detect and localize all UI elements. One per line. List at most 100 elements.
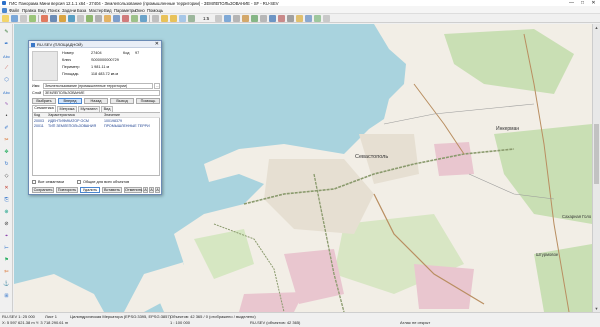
save-icon[interactable] xyxy=(11,15,18,22)
zoom-in-icon[interactable] xyxy=(161,15,168,22)
name-browse-icon[interactable]: … xyxy=(154,83,160,89)
menu-wizard[interactable]: Мастер xyxy=(89,8,104,13)
menu-window[interactable]: Окно xyxy=(135,8,145,13)
open-folder-icon[interactable] xyxy=(2,15,9,22)
pencil-icon[interactable]: ✎ xyxy=(2,28,11,37)
back-button[interactable]: Назад xyxy=(84,98,108,104)
flag-icon[interactable] xyxy=(278,15,285,22)
scrollbar-thumb[interactable] xyxy=(594,124,599,184)
tree-icon[interactable] xyxy=(314,15,321,22)
menu-parameters[interactable]: Параметры xyxy=(114,8,136,13)
snap-tool-icon[interactable]: ⌖ xyxy=(2,232,11,241)
move-tool-icon[interactable]: ✥ xyxy=(2,148,11,157)
settings-icon[interactable] xyxy=(233,15,240,22)
delete-button[interactable]: Удалить xyxy=(80,187,100,193)
bookmark-icon[interactable] xyxy=(296,15,303,22)
print-icon[interactable] xyxy=(20,15,27,22)
exit-button[interactable]: Выход xyxy=(110,98,134,104)
layer-field[interactable]: ЗЕМЛЕПОЛЬЗОВАНИЕ xyxy=(43,90,160,96)
filter-icon[interactable] xyxy=(260,15,267,22)
export-icon[interactable] xyxy=(269,15,276,22)
cut-tool-icon[interactable]: ✂ xyxy=(2,136,11,145)
table-row-2-code[interactable]: 20011 xyxy=(33,124,44,129)
name-field[interactable]: Землепользование (промышленные территори… xyxy=(43,83,153,89)
polygon-tool-icon[interactable]: ⬡ xyxy=(2,76,11,85)
anchor-tool-icon[interactable]: ⚓ xyxy=(2,280,11,289)
legend-icon[interactable] xyxy=(86,15,93,22)
column-header-code[interactable]: Код xyxy=(33,113,47,118)
menu-edit[interactable]: Правка xyxy=(22,8,36,13)
font-large-button[interactable]: A xyxy=(155,187,160,193)
zoom-all-icon[interactable] xyxy=(179,15,186,22)
line-tool-icon[interactable]: ⟋ xyxy=(2,64,11,73)
menu-view[interactable]: Вид xyxy=(38,8,46,13)
window-icon[interactable] xyxy=(224,15,231,22)
route-icon[interactable] xyxy=(251,15,258,22)
menu-help[interactable]: Помощь xyxy=(147,8,163,13)
delete-tool-icon[interactable]: ✕ xyxy=(2,184,11,193)
info-icon[interactable] xyxy=(68,15,75,22)
binoculars-icon[interactable] xyxy=(287,15,294,22)
measure-icon[interactable] xyxy=(104,15,111,22)
copy-tool-icon[interactable]: ⎘ xyxy=(2,196,11,205)
point-tool-icon[interactable]: • xyxy=(2,112,11,121)
vertex-tool-icon[interactable]: ◇ xyxy=(2,172,11,181)
table-row-2-value[interactable]: ПРОМЫШЛЕННЫЕ ТЕРРИ xyxy=(103,124,150,129)
all-semantics-checkbox[interactable] xyxy=(32,180,36,184)
merge-tool-icon[interactable]: ⊕ xyxy=(2,208,11,217)
search-map-icon[interactable] xyxy=(131,15,138,22)
hand-icon[interactable] xyxy=(188,15,195,22)
table-icon[interactable] xyxy=(95,15,102,22)
font-small-button[interactable]: A xyxy=(143,187,148,193)
print-preview-icon[interactable] xyxy=(113,15,120,22)
flag-tool-icon[interactable]: ⚑ xyxy=(2,256,11,265)
tab-semantics[interactable]: Семантика xyxy=(32,105,56,112)
refresh-icon[interactable] xyxy=(215,15,222,22)
layers-icon[interactable] xyxy=(29,15,36,22)
rotate-tool-icon[interactable]: ↻ xyxy=(2,160,11,169)
cancel-button[interactable]: Отменить xyxy=(124,187,142,193)
undo-icon[interactable] xyxy=(41,15,48,22)
scroll-down-icon[interactable]: ▼ xyxy=(593,305,600,312)
measure-tool-icon[interactable]: ⊢ xyxy=(2,244,11,253)
dialog-close-icon[interactable]: ✕ xyxy=(155,41,159,47)
menu-view2[interactable]: Вид xyxy=(104,8,112,13)
map-vertical-scrollbar[interactable]: ▲ ▼ xyxy=(592,24,600,312)
redo-icon[interactable] xyxy=(50,15,57,22)
menu-database[interactable]: База xyxy=(77,8,86,13)
zoom-out-icon[interactable] xyxy=(170,15,177,22)
repeat-button[interactable]: Повторить xyxy=(56,187,78,193)
edit-tool-icon[interactable]: ✐ xyxy=(2,124,11,133)
font-medium-button[interactable]: A xyxy=(149,187,154,193)
camera-icon[interactable] xyxy=(305,15,312,22)
select-button[interactable]: Выбрать xyxy=(32,98,56,104)
label-tool-icon[interactable]: Abc xyxy=(2,88,11,97)
column-header-value[interactable]: Значение xyxy=(103,113,160,118)
curve-tool-icon[interactable]: ∿ xyxy=(2,100,11,109)
move-icon[interactable] xyxy=(152,15,159,22)
insert-button[interactable]: Вставить xyxy=(102,187,122,193)
split-tool-icon[interactable]: ⊘ xyxy=(2,220,11,229)
help-button[interactable]: Помощь xyxy=(136,98,160,104)
scissors-tool-icon[interactable]: ✄ xyxy=(2,268,11,277)
table-row-2-characteristic[interactable]: ТИП ЗЕМЛЕПОЛЬЗОВАНИЯ xyxy=(47,124,96,129)
menu-app-icon[interactable] xyxy=(2,7,7,13)
menu-search[interactable]: Поиск xyxy=(48,8,60,13)
menu-tasks[interactable]: Задачи xyxy=(62,8,76,13)
color-icon[interactable] xyxy=(122,15,129,22)
forward-button[interactable]: Вперед xyxy=(58,98,82,104)
column-header-characteristic[interactable]: Характеристика xyxy=(47,113,103,118)
scale-label[interactable]: 1:5 xyxy=(203,16,212,22)
menu-file[interactable]: Файл xyxy=(9,8,19,13)
ruler-icon[interactable] xyxy=(242,15,249,22)
text-tool-icon[interactable]: Abc xyxy=(2,52,11,61)
save-button[interactable]: Сохранить xyxy=(32,187,54,193)
pen-icon[interactable]: ✒ xyxy=(2,40,11,49)
common-objects-checkbox[interactable] xyxy=(77,180,81,184)
sign-tool-icon[interactable]: ⊞ xyxy=(2,292,11,301)
select-icon[interactable] xyxy=(59,15,66,22)
globe-icon[interactable] xyxy=(140,15,147,22)
scroll-up-icon[interactable]: ▲ xyxy=(593,24,600,31)
grid-icon[interactable] xyxy=(77,15,84,22)
help-icon[interactable] xyxy=(323,15,330,22)
